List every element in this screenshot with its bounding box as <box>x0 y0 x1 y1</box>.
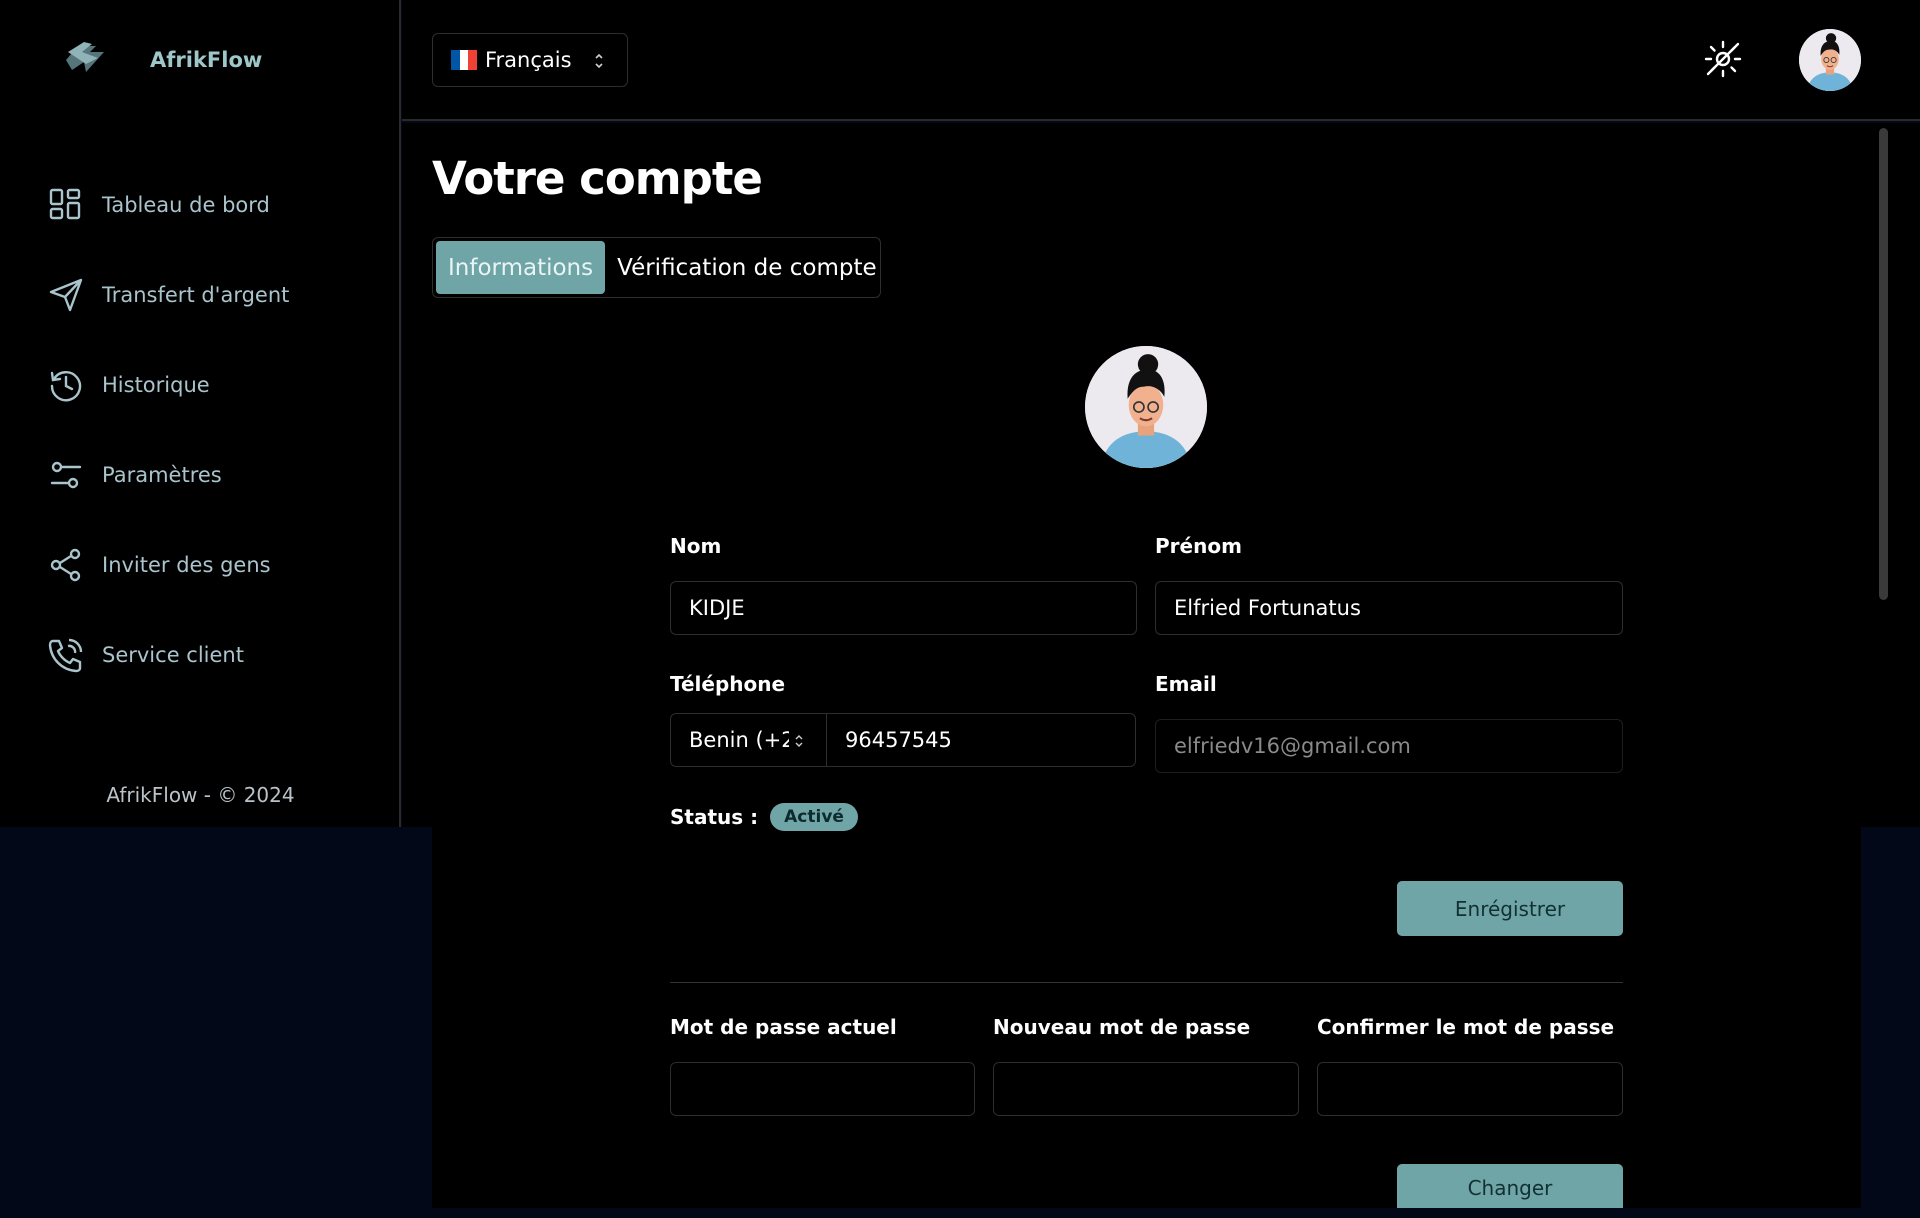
send-icon <box>49 278 83 312</box>
sidebar-item-label: Historique <box>102 373 210 397</box>
chevron-up-down-icon <box>595 53 603 69</box>
status-badge: Activé <box>770 803 858 831</box>
sidebar-item-label: Paramètres <box>102 463 222 487</box>
sidebar-item-transfer[interactable]: Transfert d'argent <box>48 250 368 340</box>
confirm-password-input[interactable] <box>1317 1062 1623 1116</box>
save-button[interactable]: Enrégistrer <box>1397 881 1623 936</box>
brand-name: AfrikFlow <box>150 48 263 72</box>
sidebar-item-invite[interactable]: Inviter des gens <box>48 520 368 610</box>
status-label: Status : <box>670 805 759 829</box>
sidebar-item-history[interactable]: Historique <box>48 340 368 430</box>
france-flag-icon <box>451 50 478 70</box>
brand[interactable]: AfrikFlow <box>62 38 262 78</box>
sidebar-item-settings[interactable]: Paramètres <box>48 430 368 520</box>
sidebar-nav: Tableau de bord Transfert d'argent Histo… <box>48 186 368 700</box>
new-password-input[interactable] <box>993 1062 1299 1116</box>
prenom-label: Prénom <box>1155 534 1242 558</box>
sidebar: AfrikFlow Tableau de bord Transfert d'ar… <box>0 0 401 827</box>
current-password-input[interactable] <box>670 1062 975 1116</box>
sidebar-item-label: Inviter des gens <box>102 553 271 577</box>
current-password-label: Mot de passe actuel <box>670 1015 897 1039</box>
avatar-illustration-icon <box>1085 346 1207 468</box>
phone-icon <box>48 638 83 673</box>
email-label: Email <box>1155 672 1217 696</box>
history-icon <box>50 371 82 402</box>
avatar-illustration-icon <box>1799 29 1861 91</box>
sidebar-item-label: Transfert d'argent <box>102 283 290 307</box>
tab-informations[interactable]: Informations <box>436 241 606 294</box>
share-icon <box>50 548 81 582</box>
logo-icon <box>66 42 104 72</box>
language-label: Français <box>485 48 572 72</box>
profile-avatar[interactable] <box>1085 346 1207 468</box>
copyright: AfrikFlow - © 2024 <box>106 783 295 807</box>
sidebar-item-dashboard[interactable]: Tableau de bord <box>48 160 368 250</box>
sidebar-item-label: Service client <box>102 643 244 667</box>
status-row: Status : Activé <box>670 803 858 831</box>
nom-input[interactable] <box>670 581 1137 635</box>
user-avatar[interactable] <box>1799 29 1861 91</box>
tab-verification[interactable]: Vérification de compte <box>605 241 889 294</box>
top-header: Français <box>402 0 1920 121</box>
nom-label: Nom <box>670 534 722 558</box>
change-password-button[interactable]: Changer <box>1397 1164 1623 1208</box>
phone-input[interactable] <box>826 713 1136 767</box>
sidebar-item-label: Tableau de bord <box>102 193 270 217</box>
country-code-label: Benin (+229) <box>689 728 789 752</box>
chevron-up-down-icon <box>795 735 803 747</box>
sidebar-item-support[interactable]: Service client <box>48 610 368 700</box>
email-field[interactable] <box>1155 719 1623 773</box>
country-code-select[interactable]: Benin (+229) <box>670 713 826 767</box>
dashboard-icon <box>49 188 81 220</box>
confirm-password-label: Confirmer le mot de passe <box>1317 1015 1615 1039</box>
section-divider <box>670 982 1623 983</box>
settings-sliders-icon <box>50 461 82 489</box>
new-password-label: Nouveau mot de passe <box>993 1015 1251 1039</box>
language-select[interactable]: Français <box>432 33 628 87</box>
prenom-input[interactable] <box>1155 581 1623 635</box>
scrollbar-thumb[interactable] <box>1879 128 1888 600</box>
page-title: Votre compte <box>432 152 763 205</box>
theme-toggle-icon[interactable] <box>1702 38 1744 80</box>
telephone-label: Téléphone <box>670 672 786 696</box>
account-tabs: Informations Vérification de compte <box>432 237 881 298</box>
